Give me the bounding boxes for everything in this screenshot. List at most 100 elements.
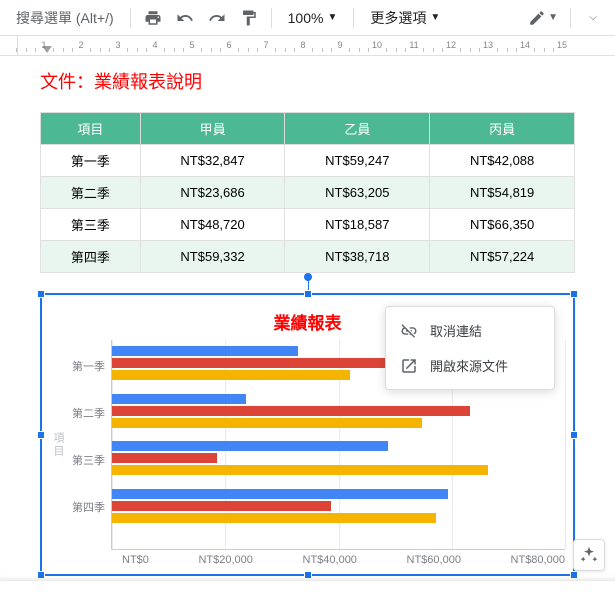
ruler-mark: 6 [226,40,231,50]
separator [271,8,272,28]
ruler-mark: 2 [78,40,83,50]
format-paint-button[interactable] [235,4,263,32]
ruler-left-margin [0,36,18,55]
zoom-dropdown[interactable]: 100% ▼ [280,6,346,30]
table-cell: NT$54,819 [430,177,575,209]
table-cell: NT$59,332 [140,241,285,273]
performance-table: 項目甲員乙員丙員 第一季NT$32,847NT$59,247NT$42,088第… [40,112,575,273]
resize-handle-br[interactable] [570,571,578,579]
y-category-label: 第三季 [72,452,105,468]
ruler-mark: 14 [520,40,530,50]
open-external-icon [400,357,418,375]
pencil-icon [528,9,546,27]
chevron-down-icon: ▼ [548,12,558,23]
table-row: 第一季NT$32,847NT$59,247NT$42,088 [41,145,575,177]
table-header: 項目 [41,113,141,145]
table-header: 丙員 [430,113,575,145]
explore-button[interactable] [573,539,605,571]
table-cell: NT$18,587 [285,209,430,241]
chevron-down-icon: ⌵ [589,12,597,23]
chevron-down-icon: ▼ [430,12,440,23]
ruler-mark: 7 [263,40,268,50]
y-axis-label: 項目 [50,432,66,458]
bar [112,489,448,499]
chevron-down-icon: ▼ [327,12,337,23]
x-tick-label: NT$20,000 [198,554,252,566]
x-tick-label: NT$80,000 [511,554,565,566]
bar [112,501,331,511]
separator [130,8,131,28]
x-tick-label: NT$0 [122,554,149,566]
more-options-dropdown[interactable]: 更多選項 ▼ [362,4,448,32]
ruler-mark: 4 [152,40,157,50]
toolbar: 搜尋選單 (Alt+/) 100% ▼ 更多選項 ▼ ▼ ⌵ [0,0,615,36]
menu-item-label: 取消連結 [430,321,482,340]
bar [112,453,217,463]
bar [112,418,422,428]
redo-button[interactable] [203,4,231,32]
undo-button[interactable] [171,4,199,32]
search-placeholder: 搜尋選單 (Alt+/) [16,8,114,28]
ruler-mark: 9 [337,40,342,50]
y-category-label: 第二季 [72,405,105,421]
table-row: 第四季NT$59,332NT$38,718NT$57,224 [41,241,575,273]
bar [112,441,388,451]
ruler-mark: 10 [372,40,382,50]
table-row: 第三季NT$48,720NT$18,587NT$66,350 [41,209,575,241]
bar-group [112,487,565,527]
ruler-mark: 8 [300,40,305,50]
y-category-label: 第一季 [72,358,105,374]
separator [353,8,354,28]
document-title: 文件：業績報表說明 [40,68,575,94]
resize-handle-ml[interactable] [37,431,45,439]
editing-mode-dropdown[interactable]: ▼ [524,7,562,29]
unlink-icon [400,322,418,340]
format-paint-icon [240,9,258,27]
print-button[interactable] [139,4,167,32]
resize-handle-mr[interactable] [570,431,578,439]
table-cell: NT$66,350 [430,209,575,241]
resize-handle-bl[interactable] [37,571,45,579]
ruler-mark: 1 [41,40,46,50]
menu-item-unlink[interactable]: 取消連結 [386,313,554,348]
expand-button[interactable]: ⌵ [579,4,607,32]
table-cell: NT$57,224 [430,241,575,273]
resize-handle-bm[interactable] [304,571,312,579]
ruler-mark: 3 [115,40,120,50]
bar [112,465,488,475]
menu-item-open-source[interactable]: 開啟來源文件 [386,348,554,383]
bar-group [112,439,565,479]
table-cell: NT$38,718 [285,241,430,273]
x-tick-label: NT$60,000 [407,554,461,566]
resize-handle-tl[interactable] [37,290,45,298]
table-cell: NT$23,686 [140,177,285,209]
ruler[interactable]: 123456789101112131415 [0,36,615,56]
bar [112,394,246,404]
ruler-mark: 11 [409,40,418,50]
redo-icon [208,9,226,27]
table-cell: NT$32,847 [140,145,285,177]
menu-search[interactable]: 搜尋選單 (Alt+/) [8,4,122,32]
table-cell: 第二季 [41,177,141,209]
ruler-mark: 5 [189,40,194,50]
bar [112,513,436,523]
bar [112,346,298,356]
undo-icon [176,9,194,27]
bar [112,370,350,380]
table-header: 乙員 [285,113,430,145]
ruler-mark: 15 [557,40,567,50]
resize-handle-tm[interactable] [304,290,312,298]
bar [112,406,470,416]
table-row: 第二季NT$23,686NT$63,205NT$54,819 [41,177,575,209]
bar-group [112,392,565,432]
ruler-mark: 12 [446,40,456,50]
table-cell: 第三季 [41,209,141,241]
table-cell: NT$42,088 [430,145,575,177]
resize-handle-tr[interactable] [570,290,578,298]
separator [570,8,571,28]
rotate-handle[interactable] [304,273,312,281]
table-cell: 第四季 [41,241,141,273]
ruler-mark: 13 [483,40,493,50]
table-cell: 第一季 [41,145,141,177]
table-cell: NT$63,205 [285,177,430,209]
